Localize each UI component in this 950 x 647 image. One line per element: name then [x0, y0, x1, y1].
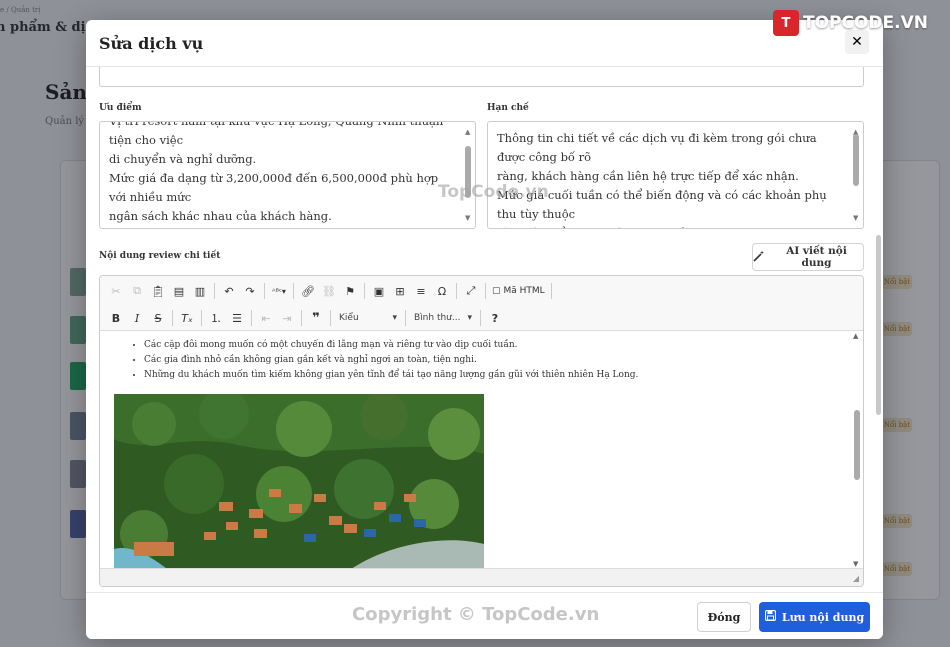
limitations-line: Mức giá cuối tuần có thể biến động và có…	[497, 188, 827, 221]
indent-icon[interactable]: ⇥	[277, 308, 297, 328]
cut-icon[interactable]: ✂	[106, 281, 126, 301]
blockquote-icon[interactable]: ❞	[306, 308, 326, 328]
outdent-icon[interactable]: ⇤	[256, 308, 276, 328]
save-button-label: Lưu nội dung	[781, 610, 865, 624]
list-item: Những du khách muốn tìm kiếm không gian …	[144, 368, 849, 383]
numbered-list-icon[interactable]: ⒈	[206, 308, 226, 328]
advantages-line: di chuyển và nghỉ dưỡng.	[109, 152, 257, 166]
save-icon	[764, 609, 776, 624]
redo-icon[interactable]: ↷	[240, 281, 260, 301]
modal-body[interactable]: Ưu điểm Vị trí resort nằm tại khu vực Hạ…	[86, 67, 883, 592]
magic-wand-icon	[753, 250, 765, 265]
image-icon[interactable]: ▣	[369, 281, 389, 301]
chevron-down-icon: ▾	[467, 313, 472, 323]
bulleted-list-icon[interactable]: ☰	[227, 308, 247, 328]
save-content-button[interactable]: Lưu nội dung	[759, 602, 870, 632]
editor-scrollbar[interactable]: ▲ ▼	[853, 332, 861, 568]
resort-aerial-image[interactable]	[114, 394, 484, 574]
limitations-line: ràng, khách hàng cần liên hệ trực tiếp đ…	[497, 169, 799, 183]
limitations-textarea[interactable]: Thông tin chi tiết về các dịch vụ đi kèm…	[487, 121, 864, 229]
table-icon[interactable]: ⊞	[390, 281, 410, 301]
link-icon[interactable]: 🔗︎	[298, 281, 318, 301]
advantages-scrollbar[interactable]: ▲ ▼	[465, 126, 472, 224]
modal-title: Sửa dịch vụ	[99, 33, 204, 53]
close-button[interactable]: Đóng	[697, 602, 751, 632]
special-char-icon[interactable]: Ω	[432, 281, 452, 301]
editor-statusbar: ◢	[100, 568, 863, 586]
limitations-line: vào thời điểm đặt phòng thực tế.	[497, 224, 843, 228]
undo-icon[interactable]: ↶	[219, 281, 239, 301]
limitations-line: Thông tin chi tiết về các dịch vụ đi kèm…	[497, 131, 817, 164]
modal-scroll-thumb[interactable]	[876, 235, 881, 415]
brand-name: TOPCODE.VN	[802, 13, 928, 33]
maximize-icon[interactable]: ⤢	[461, 281, 481, 301]
horizontal-line-icon[interactable]: ≡	[411, 281, 431, 301]
edit-service-modal: Sửa dịch vụ ✕ Ưu điểm Vị trí resort nằm …	[86, 20, 883, 639]
editor-toolbar: ✂ ⧉ 📋︎ ▤ ▥ ↶ ↷ ᴬᴮᶜ▾ 🔗︎ ⛓ ⚑ ▣ ⊞ ≡ Ω ⤢ ▢ M…	[100, 276, 863, 331]
chevron-down-icon: ▾	[392, 313, 397, 323]
source-icon: ▢	[492, 286, 501, 296]
advantages-line: Vị trí resort nằm tại khu vực Hạ Long, Q…	[109, 121, 444, 147]
modal-scrollbar[interactable]	[876, 75, 881, 592]
modal-footer: Đóng Lưu nội dung	[86, 592, 883, 639]
copy-icon[interactable]: ⧉	[127, 281, 147, 301]
scroll-up-icon[interactable]: ▲	[853, 332, 858, 340]
review-label: Nội dung review chi tiết	[99, 251, 221, 261]
scroll-thumb[interactable]	[465, 146, 471, 198]
brand-logo: T TOPCODE.VN	[772, 10, 928, 36]
advantages-textarea[interactable]: Vị trí resort nằm tại khu vực Hạ Long, Q…	[99, 121, 476, 229]
paste-word-icon[interactable]: ▥	[190, 281, 210, 301]
spellcheck-icon[interactable]: ᴬᴮᶜ▾	[269, 281, 289, 301]
advantages-line: Mức giá đa dạng từ 3,200,000đ đến 6,500,…	[109, 171, 439, 204]
remove-format-icon[interactable]: Tₓ	[177, 308, 197, 328]
list-item: Các cặp đôi mong muốn có một chuyến đi l…	[144, 338, 849, 353]
ai-write-content-button[interactable]: AI viết nội dung	[752, 243, 864, 271]
limitations-scrollbar[interactable]: ▲ ▼	[853, 126, 860, 224]
limitations-text: Thông tin chi tiết về các dịch vụ đi kèm…	[497, 129, 843, 228]
resize-grip-icon[interactable]: ◢	[853, 574, 859, 583]
advantages-label: Ưu điểm	[99, 103, 142, 113]
bold-icon[interactable]: B	[106, 308, 126, 328]
paste-text-icon[interactable]: ▤	[169, 281, 189, 301]
format-select[interactable]: Bình thư... ▾	[410, 309, 476, 327]
scroll-thumb[interactable]	[854, 410, 860, 480]
limitations-label: Hạn chế	[487, 103, 529, 113]
italic-icon[interactable]: I	[127, 308, 147, 328]
list-item: Các gia đình nhỏ cần không gian gắn kết …	[144, 353, 849, 368]
brand-logo-icon: T	[772, 10, 799, 36]
source-html-button[interactable]: ▢ Mã HTML	[490, 281, 547, 301]
scroll-down-icon[interactable]: ▼	[853, 560, 858, 568]
advantages-line: ngân sách khác nhau của khách hàng.	[109, 209, 332, 223]
scroll-down-icon[interactable]: ▼	[465, 209, 470, 228]
style-select[interactable]: Kiểu ▾	[335, 309, 401, 327]
scroll-down-icon[interactable]: ▼	[853, 209, 858, 228]
paste-icon[interactable]: 📋︎	[148, 281, 168, 301]
ai-button-label: AI viết nội dung	[786, 245, 847, 269]
modal-header: Sửa dịch vụ ✕	[86, 20, 883, 67]
advantages-text: Vị trí resort nằm tại khu vực Hạ Long, Q…	[109, 121, 455, 228]
advantages-line: Không gian và dịch vụ thích hợp cho cả đ…	[109, 226, 455, 228]
help-icon[interactable]: ?	[485, 308, 505, 328]
description-textarea[interactable]	[99, 67, 864, 87]
scroll-thumb[interactable]	[853, 134, 859, 186]
strikethrough-icon[interactable]: S	[148, 308, 168, 328]
scroll-up-icon[interactable]: ▲	[465, 123, 470, 142]
rich-text-editor[interactable]: ✂ ⧉ 📋︎ ▤ ▥ ↶ ↷ ᴬᴮᶜ▾ 🔗︎ ⛓ ⚑ ▣ ⊞ ≡ Ω ⤢ ▢ M…	[99, 275, 864, 587]
unlink-icon[interactable]: ⛓	[319, 281, 339, 301]
review-bullet-list: Các cặp đôi mong muốn có một chuyến đi l…	[114, 338, 849, 383]
anchor-flag-icon[interactable]: ⚑	[340, 281, 360, 301]
